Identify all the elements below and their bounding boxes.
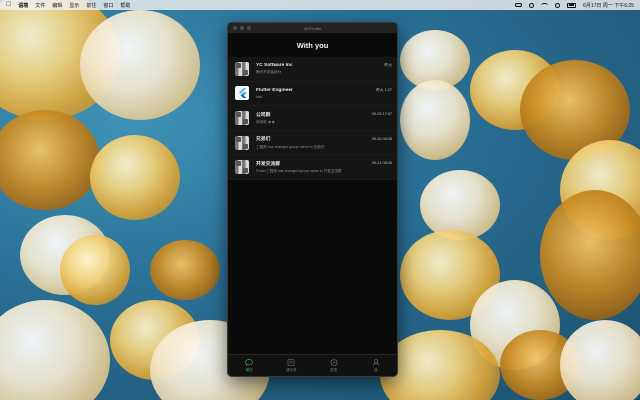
- status-dot-icon[interactable]: [529, 2, 535, 8]
- chat-message-preview: hah: [256, 95, 262, 100]
- chat-time: 昨天: [384, 62, 392, 67]
- page-title: With you: [228, 33, 397, 57]
- chat-item-flutter-engineer[interactable]: Flutter Engineer 昨天 1:27 hah: [228, 81, 397, 107]
- compass-icon: [330, 358, 337, 366]
- menu-item-app[interactable]: 语境: [18, 2, 28, 9]
- menu-item-go[interactable]: 前往: [86, 2, 96, 9]
- app-window: WXFlutter With you YC Software Inc 昨天 腾讯…: [227, 22, 398, 377]
- grid-avatar-icon: [235, 135, 249, 150]
- flutter-logo-icon: [235, 86, 249, 101]
- chat-message-preview: Flutter工程师 has changed group name to 开发交…: [256, 169, 342, 174]
- wifi-icon[interactable]: [541, 2, 549, 8]
- chat-message-preview: 哈哈哈 ★★: [256, 120, 275, 125]
- tab-label: 我: [374, 367, 378, 372]
- menu-item-file[interactable]: 文件: [35, 2, 45, 9]
- grid-avatar-icon: [235, 110, 249, 125]
- menu-bar:  语境 文件 编辑 显示 前往 窗口 帮助 6月17日 周一 下午6:25: [0, 0, 640, 10]
- chat-time: 05-24 08:06: [371, 161, 392, 166]
- chat-message-preview: 工程师 has changed group name to 兄弟们: [256, 144, 325, 149]
- tab-contacts[interactable]: 通讯录: [276, 358, 306, 373]
- menu-item-view[interactable]: 显示: [69, 2, 79, 9]
- status-toggle-icon[interactable]: [515, 3, 523, 7]
- chat-name: YC Software Inc: [256, 62, 293, 68]
- chat-list: YC Software Inc 昨天 腾讯开发者部分 Flutter Engin…: [228, 57, 397, 180]
- tab-label: 发现: [330, 367, 338, 372]
- chat-item-brothers[interactable]: 兄弟们 05-26 08:08 工程师 has changed group na…: [228, 130, 397, 156]
- tab-me[interactable]: 我: [361, 358, 391, 373]
- bottom-tab-bar: 微信 通讯录 发现 我: [228, 354, 397, 376]
- chat-time: 05-26 08:08: [371, 136, 392, 141]
- spotlight-search-icon[interactable]: [555, 2, 561, 8]
- window-titlebar[interactable]: WXFlutter: [228, 23, 397, 33]
- tab-chats[interactable]: 微信: [234, 358, 264, 373]
- chat-name: 兄弟们: [256, 137, 271, 143]
- tab-label: 通讯录: [286, 367, 297, 372]
- apple-icon[interactable]: : [6, 0, 11, 10]
- tab-discover[interactable]: 发现: [319, 358, 349, 373]
- chat-item-dev-group[interactable]: 开发交流群 05-24 08:06 Flutter工程师 has changed…: [228, 155, 397, 180]
- chat-time: 昨天 1:27: [375, 87, 392, 92]
- chat-name: 公司群: [256, 112, 271, 118]
- person-icon: [372, 358, 379, 366]
- contacts-icon: [288, 358, 295, 366]
- menu-item-help[interactable]: 帮助: [120, 2, 130, 9]
- chat-item-company-group[interactable]: 公司群 05-26 17:07 哈哈哈 ★★: [228, 106, 397, 131]
- chat-name: 开发交流群: [256, 161, 280, 167]
- window-title: WXFlutter: [303, 26, 322, 31]
- menubar-clock[interactable]: 6月17日 周一 下午6:25: [583, 2, 634, 9]
- chat-message-preview: 腾讯开发者部分: [256, 70, 282, 75]
- menu-item-window[interactable]: 窗口: [103, 2, 113, 9]
- grid-avatar-icon: [235, 61, 249, 76]
- chat-name: Flutter Engineer: [256, 87, 293, 93]
- grid-avatar-icon: [235, 160, 249, 175]
- chat-icon: [245, 358, 253, 366]
- chat-item-yc-software[interactable]: YC Software Inc 昨天 腾讯开发者部分: [228, 57, 397, 82]
- tab-label: 微信: [245, 367, 253, 372]
- battery-icon[interactable]: [567, 2, 577, 8]
- menu-item-edit[interactable]: 编辑: [52, 2, 62, 9]
- chat-time: 05-26 17:07: [371, 112, 392, 117]
